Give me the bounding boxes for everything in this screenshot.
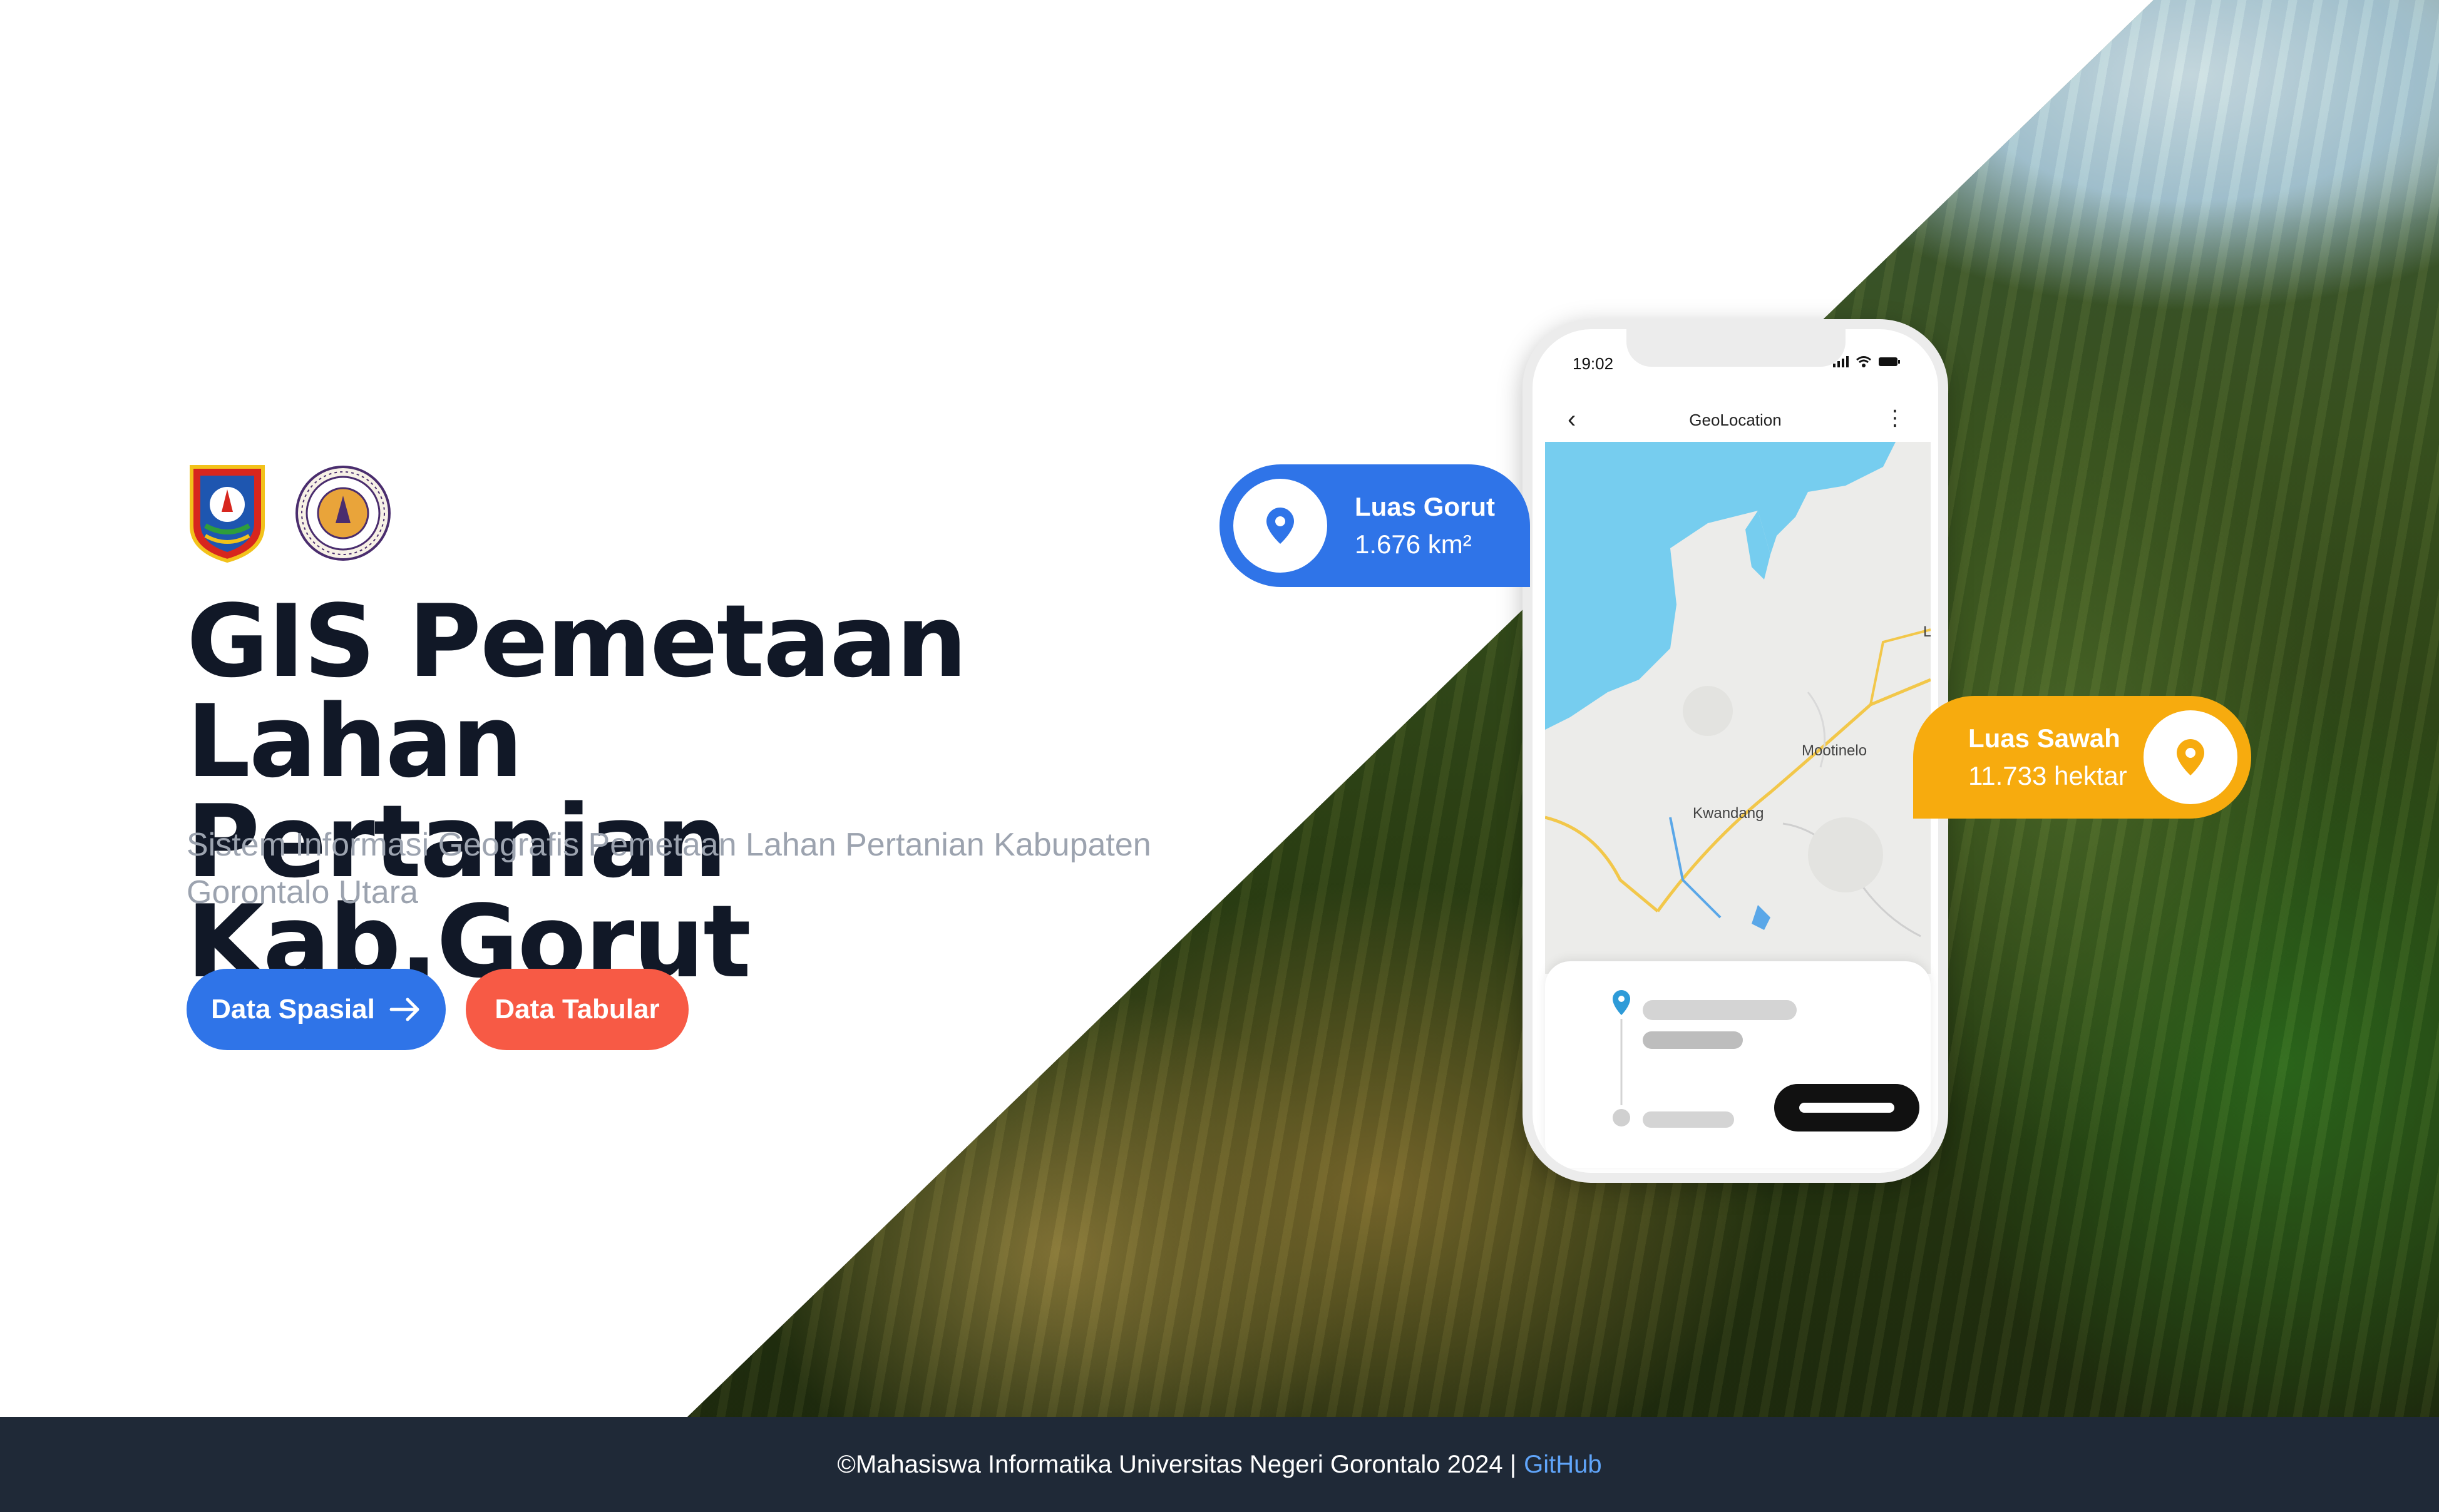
title-line-1: GIS Pemetaan Lahan	[187, 583, 967, 800]
luas-sawah-value: 11.733 hektar	[1968, 761, 2127, 790]
luas-gorut-value: 1.676 km²	[1355, 529, 1472, 559]
universitas-negeri-gorontalo-logo	[295, 466, 391, 561]
status-icons	[1833, 355, 1901, 368]
luas-sawah-callout: Luas Sawah 11.733 hektar	[1913, 696, 2251, 819]
phone-notch	[1626, 329, 1846, 367]
map-view[interactable]: Mootinelo Kwandang L	[1545, 442, 1931, 974]
github-link[interactable]: GitHub	[1524, 1451, 1602, 1479]
data-tabular-label: Data Tabular	[495, 994, 660, 1024]
app-title: GeoLocation	[1689, 411, 1782, 429]
map-label-edge: L	[1923, 623, 1931, 641]
map-label-mootinelo: Mootinelo	[1802, 742, 1867, 759]
map-graphic	[1545, 442, 1931, 974]
luas-gorut-label: Luas Gorut	[1355, 492, 1496, 521]
status-time: 19:02	[1573, 354, 1614, 373]
map-label-kwandang: Kwandang	[1693, 805, 1764, 822]
arrow-right-icon	[389, 998, 419, 1021]
location-card-content	[1613, 990, 1919, 1131]
battery-icon	[1879, 357, 1900, 366]
callout-gorut-icon-circle	[1233, 479, 1327, 573]
location-card	[1545, 961, 1931, 1168]
callout-sawah-icon-circle	[2144, 710, 2237, 804]
map-pin-icon	[2177, 739, 2204, 775]
hero-section: GIS Pemetaan Lahan Pertanian Kab.Gorut S…	[0, 0, 2439, 1417]
footer: ©Mahasiswa Informatika Universitas Neger…	[0, 1417, 2439, 1512]
wifi-icon	[1856, 356, 1871, 367]
more-options-icon[interactable]: ⋮	[1884, 406, 1906, 431]
map-pin-icon	[1266, 508, 1294, 544]
data-spasial-label: Data Spasial	[211, 994, 375, 1024]
data-tabular-button[interactable]: Data Tabular	[466, 969, 689, 1050]
signal-icon	[1833, 356, 1849, 367]
page-title: GIS Pemetaan Lahan Pertanian Kab.Gorut	[187, 591, 1251, 992]
app-bar: ‹ GeoLocation ⋮	[1533, 392, 1938, 448]
location-pin-icon	[1613, 990, 1630, 1015]
luas-sawah-label: Luas Sawah	[1968, 723, 2120, 753]
luas-gorut-callout: Luas Gorut 1.676 km²	[1220, 464, 1530, 587]
data-spasial-button[interactable]: Data Spasial	[187, 969, 446, 1050]
gorontalo-utara-regency-logo	[190, 465, 265, 563]
footer-copyright: ©Mahasiswa Informatika Universitas Neger…	[837, 1450, 1517, 1478]
logo-group	[187, 463, 393, 563]
phone-mockup: 19:02 ‹ GeoLocation ⋮ Mootinelo Kwandang	[1522, 319, 1948, 1183]
page-subtitle: Sistem Informasi Geografis Pemetaan Laha…	[187, 827, 1151, 911]
